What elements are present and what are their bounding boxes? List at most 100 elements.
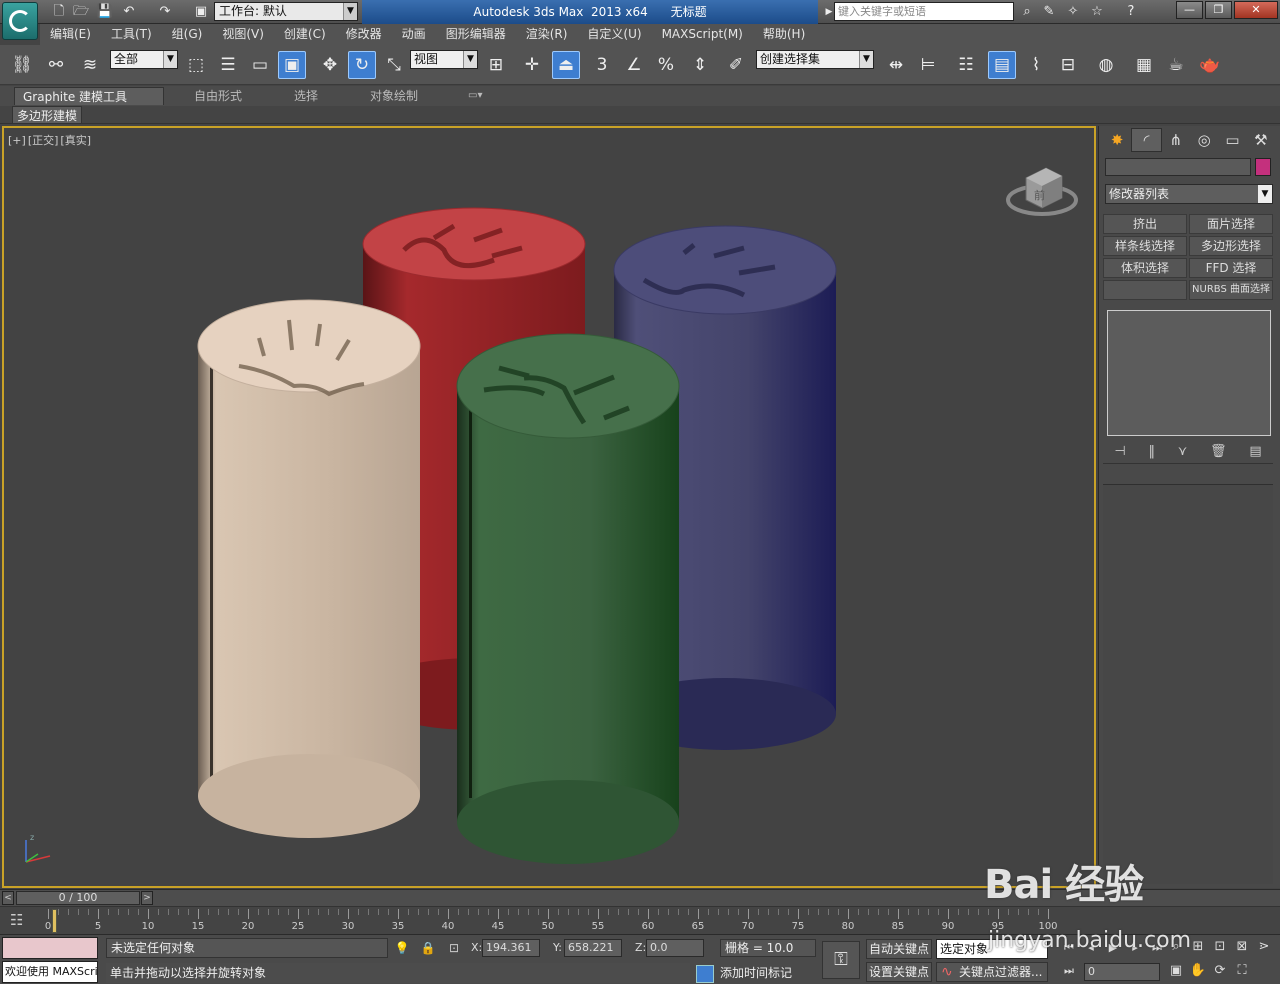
ribbon-options-icon[interactable]: ▭▾ bbox=[460, 87, 490, 105]
close-button[interactable]: ✕ bbox=[1234, 1, 1278, 19]
display-tab-icon[interactable]: ▭ bbox=[1218, 128, 1246, 152]
workspace-select[interactable]: 工作台: 默认 ▼ bbox=[214, 2, 358, 21]
project-folder-icon[interactable]: ▣ bbox=[192, 3, 210, 21]
pin-stack-icon[interactable]: ⊣ bbox=[1114, 444, 1125, 459]
hierarchy-tab-icon[interactable]: ⋔ bbox=[1162, 128, 1190, 152]
favorites-icon[interactable]: ☆ bbox=[1088, 3, 1106, 21]
beige-cylinder[interactable] bbox=[197, 299, 421, 838]
patch-select-button[interactable]: 面片选择 bbox=[1189, 214, 1273, 234]
orbit-icon[interactable]: ⟳ bbox=[1210, 961, 1230, 981]
nurbs-surface-select-button[interactable]: NURBS 曲面选择 bbox=[1189, 280, 1273, 300]
tab-freeform[interactable]: 自由形式 bbox=[186, 87, 250, 105]
utilities-tab-icon[interactable]: ⚒ bbox=[1247, 128, 1275, 152]
open-file-icon[interactable]: 🗁 bbox=[72, 3, 90, 21]
curve-editor-mini-icon[interactable]: ☷ bbox=[10, 911, 32, 931]
current-frame-marker[interactable] bbox=[52, 909, 57, 933]
select-object-icon[interactable]: ⬚ bbox=[182, 51, 210, 79]
new-file-icon[interactable]: 🗋 bbox=[50, 3, 68, 21]
perspective-viewport[interactable]: 前 z [+] [正交] [真实] bbox=[2, 126, 1096, 888]
snaps-toggle-icon[interactable]: 3 bbox=[588, 51, 616, 79]
angle-snap-icon[interactable]: ∠ bbox=[620, 51, 648, 79]
empty-modifier-button[interactable] bbox=[1103, 280, 1187, 300]
field-of-view-icon[interactable]: ⋗ bbox=[1254, 937, 1274, 957]
menu-tools[interactable]: 工具(T) bbox=[101, 24, 162, 45]
tab-object-paint[interactable]: 对象绘制 bbox=[362, 87, 426, 105]
menu-maxscript[interactable]: MAXScript(M) bbox=[652, 24, 753, 45]
render-setup-icon[interactable]: ▦ bbox=[1130, 51, 1158, 79]
green-cylinder[interactable] bbox=[456, 333, 680, 864]
graphite-toggle-icon[interactable]: ▤ bbox=[988, 51, 1016, 79]
auto-key-button[interactable]: 自动关键点 bbox=[866, 939, 932, 959]
align-icon[interactable]: ⊨ bbox=[914, 51, 942, 79]
communication-icon[interactable]: ✧ bbox=[1064, 3, 1082, 21]
selection-lock-icon[interactable]: 🔒 bbox=[420, 941, 436, 957]
curve-editor-icon[interactable]: ⌇ bbox=[1022, 51, 1050, 79]
go-to-end-icon[interactable]: ⏭ bbox=[1148, 940, 1166, 956]
menu-rendering[interactable]: 渲染(R) bbox=[516, 24, 578, 45]
configure-sets-icon[interactable]: ▤ bbox=[1249, 444, 1261, 459]
object-color-swatch[interactable] bbox=[1255, 158, 1271, 176]
create-tab-icon[interactable]: ✸ bbox=[1103, 128, 1131, 152]
set-key-icon[interactable]: ⚿ bbox=[822, 941, 860, 979]
zoom-extents-icon[interactable]: ⊡ bbox=[1210, 937, 1230, 957]
material-editor-icon[interactable]: ◍ bbox=[1092, 51, 1120, 79]
spinner-snap-icon[interactable]: ⇕ bbox=[686, 51, 714, 79]
rectangular-selection-icon[interactable]: ▭ bbox=[246, 51, 274, 79]
layer-manager-icon[interactable]: ☷ bbox=[952, 51, 980, 79]
volume-select-button[interactable]: 体积选择 bbox=[1103, 258, 1187, 278]
render-production-icon[interactable]: 🫖 bbox=[1196, 51, 1224, 79]
x-coordinate-field[interactable]: 194.361 bbox=[482, 939, 540, 957]
maxscript-listener-output[interactable]: 欢迎使用 MAXScri bbox=[2, 961, 98, 983]
isolate-selection-icon[interactable]: 💡 bbox=[394, 941, 410, 957]
remove-modifier-icon[interactable]: 🗑 bbox=[1210, 444, 1227, 459]
minimize-button[interactable]: — bbox=[1176, 1, 1203, 19]
menu-create[interactable]: 创建(C) bbox=[274, 24, 336, 45]
maximize-viewport-icon[interactable]: ⛶ bbox=[1232, 961, 1252, 981]
keyboard-shortcut-override-icon[interactable]: ⏏ bbox=[552, 51, 580, 79]
go-to-start-icon[interactable]: ⏮ bbox=[1060, 940, 1078, 956]
region-zoom-icon[interactable]: ▣ bbox=[1166, 961, 1186, 981]
poly-select-button[interactable]: 多边形选择 bbox=[1189, 236, 1273, 256]
reference-coord-select[interactable]: 视图 ▼ bbox=[410, 50, 478, 69]
viewport-menu-label[interactable]: [+] bbox=[8, 134, 26, 147]
make-unique-icon[interactable]: ⋎ bbox=[1178, 444, 1188, 459]
play-icon[interactable]: ▶ bbox=[1104, 940, 1122, 956]
absolute-mode-icon[interactable]: ⊡ bbox=[446, 941, 462, 957]
menu-modifiers[interactable]: 修改器 bbox=[336, 24, 392, 45]
polygon-modeling-panel[interactable]: 多边形建模 bbox=[12, 106, 83, 124]
time-slider[interactable]: < 0 / 100 > bbox=[0, 889, 1280, 906]
select-rotate-icon[interactable]: ↻ bbox=[348, 51, 376, 79]
modify-tab-icon[interactable]: ◜ bbox=[1131, 128, 1162, 152]
rendered-frame-window-icon[interactable]: ☕ bbox=[1162, 51, 1190, 79]
previous-frame-button[interactable]: < bbox=[2, 891, 14, 905]
time-slider-thumb[interactable]: 0 / 100 bbox=[16, 891, 140, 905]
viewport-shading-label[interactable]: [真实] bbox=[60, 134, 91, 147]
viewcube[interactable]: 前 bbox=[1006, 167, 1078, 216]
next-frame-icon[interactable]: ▸ bbox=[1126, 940, 1144, 956]
bind-space-warp-icon[interactable]: ≋ bbox=[76, 51, 104, 79]
menu-group[interactable]: 组(G) bbox=[162, 24, 213, 45]
zoom-icon[interactable]: ⌕ bbox=[1166, 937, 1186, 957]
window-crossing-icon[interactable]: ▣ bbox=[278, 51, 306, 79]
track-bar[interactable]: ☷ 0 5 10 15 20 25 30 35 40 45 50 55 60 65 70 75 80 85 90 95… bbox=[0, 906, 1280, 934]
zoom-all-icon[interactable]: ⊞ bbox=[1188, 937, 1208, 957]
key-target-select[interactable]: 选定对象 bbox=[936, 939, 1048, 959]
key-mode-icon[interactable]: ⏭ bbox=[1060, 963, 1078, 979]
unlink-icon[interactable]: ⚯ bbox=[42, 51, 70, 79]
percent-snap-icon[interactable]: % bbox=[652, 51, 680, 79]
manipulate-icon[interactable]: ✛ bbox=[518, 51, 546, 79]
select-move-icon[interactable]: ✥ bbox=[316, 51, 344, 79]
menu-views[interactable]: 视图(V) bbox=[212, 24, 274, 45]
key-filters-button[interactable]: 关键点过滤器... bbox=[936, 962, 1048, 982]
binoculars-icon[interactable]: ⌕ bbox=[1018, 3, 1036, 21]
track-ruler[interactable]: 0 5 10 15 20 25 30 35 40 45 50 55 60 65 70 75 80 85 90 95 10… bbox=[45, 907, 1058, 935]
schematic-view-icon[interactable]: ⊟ bbox=[1054, 51, 1082, 79]
spline-select-button[interactable]: 样条线选择 bbox=[1103, 236, 1187, 256]
next-frame-button[interactable]: > bbox=[141, 891, 153, 905]
app-menu-button[interactable] bbox=[2, 2, 38, 40]
pivot-center-icon[interactable]: ⊞ bbox=[482, 51, 510, 79]
extrude-button[interactable]: 挤出 bbox=[1103, 214, 1187, 234]
maximize-button[interactable]: ❐ bbox=[1205, 1, 1232, 19]
tab-graphite-modeling[interactable]: Graphite 建模工具 bbox=[14, 87, 164, 105]
viewport-label[interactable]: [+] [正交] [真实] bbox=[8, 132, 93, 148]
